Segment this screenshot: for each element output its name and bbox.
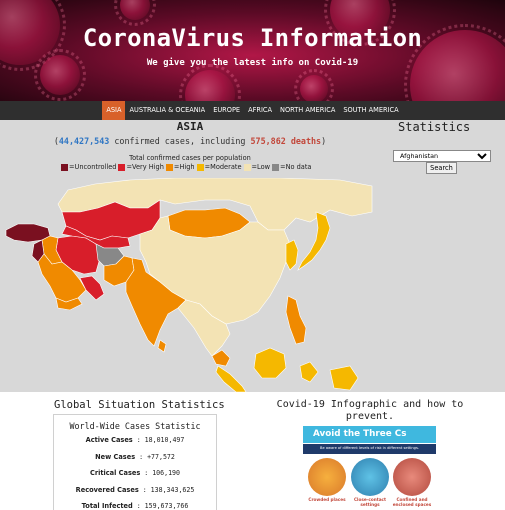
nav-item-australia-oceania[interactable]: AUSTRALIA & OCEANIA xyxy=(125,101,209,120)
infographic-label: Confined and enclosed spaces xyxy=(392,497,432,507)
legend-item-very-high: = Very High xyxy=(118,163,164,171)
map-country-borneo[interactable] xyxy=(253,347,287,379)
map-panel: ASIA (44,427,543 confirmed cases, includ… xyxy=(0,120,505,392)
infographic-label: Crowded places xyxy=(308,497,346,502)
virus-decoration xyxy=(294,69,334,101)
legend-swatch xyxy=(196,163,204,171)
search-button[interactable]: Search xyxy=(426,162,457,174)
stat-label: New Cases xyxy=(95,453,136,461)
legend-swatch xyxy=(118,163,126,171)
nav-item-north-america[interactable]: NORTH AMERICA xyxy=(276,101,339,120)
summary-text: confirmed cases, including xyxy=(109,136,251,146)
stat-row-active: Active Cases : 18,010,497 xyxy=(85,436,185,444)
region-nav: ASIA AUSTRALIA & OCEANIA EUROPE AFRICA N… xyxy=(0,101,505,120)
global-stats-subtitle: World-Wide Cases Statistic xyxy=(69,421,201,431)
map-country-philippines[interactable] xyxy=(285,295,307,345)
asia-map[interactable] xyxy=(0,178,380,392)
legend-label: Moderate xyxy=(210,163,242,171)
stat-row-new: New Cases : +77,572 xyxy=(95,453,175,461)
legend-label: No data xyxy=(285,163,312,171)
map-country-japan[interactable] xyxy=(297,211,331,271)
nav-item-asia[interactable]: ASIA xyxy=(102,101,126,120)
legend-item-no-data: = No data xyxy=(272,163,311,171)
map-country-sumatra[interactable] xyxy=(215,365,247,392)
infographic-image[interactable]: Avoid the Three Cs Be aware of different… xyxy=(303,426,436,509)
legend-item-moderate: = Moderate xyxy=(196,163,242,171)
legend-label: Uncontrolled xyxy=(74,163,117,171)
stat-value: +77,572 xyxy=(147,453,175,461)
nav-item-south-america[interactable]: SOUTH AMERICA xyxy=(339,101,402,120)
region-summary: (44,427,543 confirmed cases, including 5… xyxy=(0,136,380,146)
stat-label: Critical Cases xyxy=(89,469,141,477)
stat-value: 18,010,497 xyxy=(144,436,185,444)
global-stats-title: Global Situation Statistics xyxy=(54,399,225,411)
stat-value: 138,343,625 xyxy=(150,486,195,494)
legend-swatch xyxy=(243,163,251,171)
infographic-banner: Avoid the Three Cs xyxy=(303,426,436,443)
site-subtitle: We give you the latest info on Covid-19 xyxy=(146,58,359,68)
global-stats-card: World-Wide Cases Statistic Active Cases … xyxy=(53,414,217,510)
infographic-label: Close-contact settings xyxy=(353,497,387,507)
legend-swatch xyxy=(61,163,68,171)
legend-swatch xyxy=(165,163,173,171)
infographic-title: Covid-19 Infographic and how to prevent. xyxy=(276,399,464,422)
legend-item-high: = High xyxy=(165,163,195,171)
legend-title: Total confirmed cases per population xyxy=(129,154,251,162)
summary-paren: ) xyxy=(321,136,327,146)
enclosed-space-illustration xyxy=(393,458,431,496)
stat-value: 106,190 xyxy=(152,469,180,477)
legend-label: Very High xyxy=(132,163,164,171)
deaths-count: 575,862 deaths xyxy=(250,136,322,146)
legend-label: Low xyxy=(257,163,271,171)
region-title: ASIA xyxy=(176,120,204,133)
map-legend: = Uncontrolled = Very High = High = Moderate… xyxy=(61,163,311,171)
stat-row-critical: Critical Cases : 106,190 xyxy=(89,469,180,477)
nav-item-africa[interactable]: AFRICA xyxy=(244,101,276,120)
nav-item-europe[interactable]: EUROPE xyxy=(209,101,244,120)
close-contact-illustration xyxy=(351,458,389,496)
stat-label: Active Cases xyxy=(85,436,133,444)
map-country-indonesia-east[interactable] xyxy=(299,361,359,391)
virus-decoration xyxy=(179,64,241,101)
infographic-subbanner: Be aware of different levels of risk in … xyxy=(303,444,436,454)
confirmed-cases: 44,427,543 xyxy=(58,136,110,146)
map-country-sri-lanka[interactable] xyxy=(157,339,167,353)
virus-decoration xyxy=(114,0,156,26)
legend-item-uncontrolled: = Uncontrolled xyxy=(61,163,116,171)
legend-swatch xyxy=(272,163,280,171)
map-country-korea[interactable] xyxy=(285,239,299,271)
site-title: CoronaVirus Information xyxy=(82,24,423,52)
country-select[interactable]: Afghanistan xyxy=(393,150,491,162)
stat-label: Recovered Cases xyxy=(75,486,139,494)
crowd-illustration xyxy=(308,458,346,496)
stat-row-recovered: Recovered Cases : 138,343,625 xyxy=(75,486,195,494)
statistics-title: Statistics xyxy=(398,120,471,134)
legend-label: High xyxy=(179,163,195,171)
infographic-subbanner-text: Be aware of different levels of risk in … xyxy=(320,446,419,450)
legend-item-low: = Low xyxy=(243,163,271,171)
hero-banner: CoronaVirus Information We give you the … xyxy=(0,0,505,101)
